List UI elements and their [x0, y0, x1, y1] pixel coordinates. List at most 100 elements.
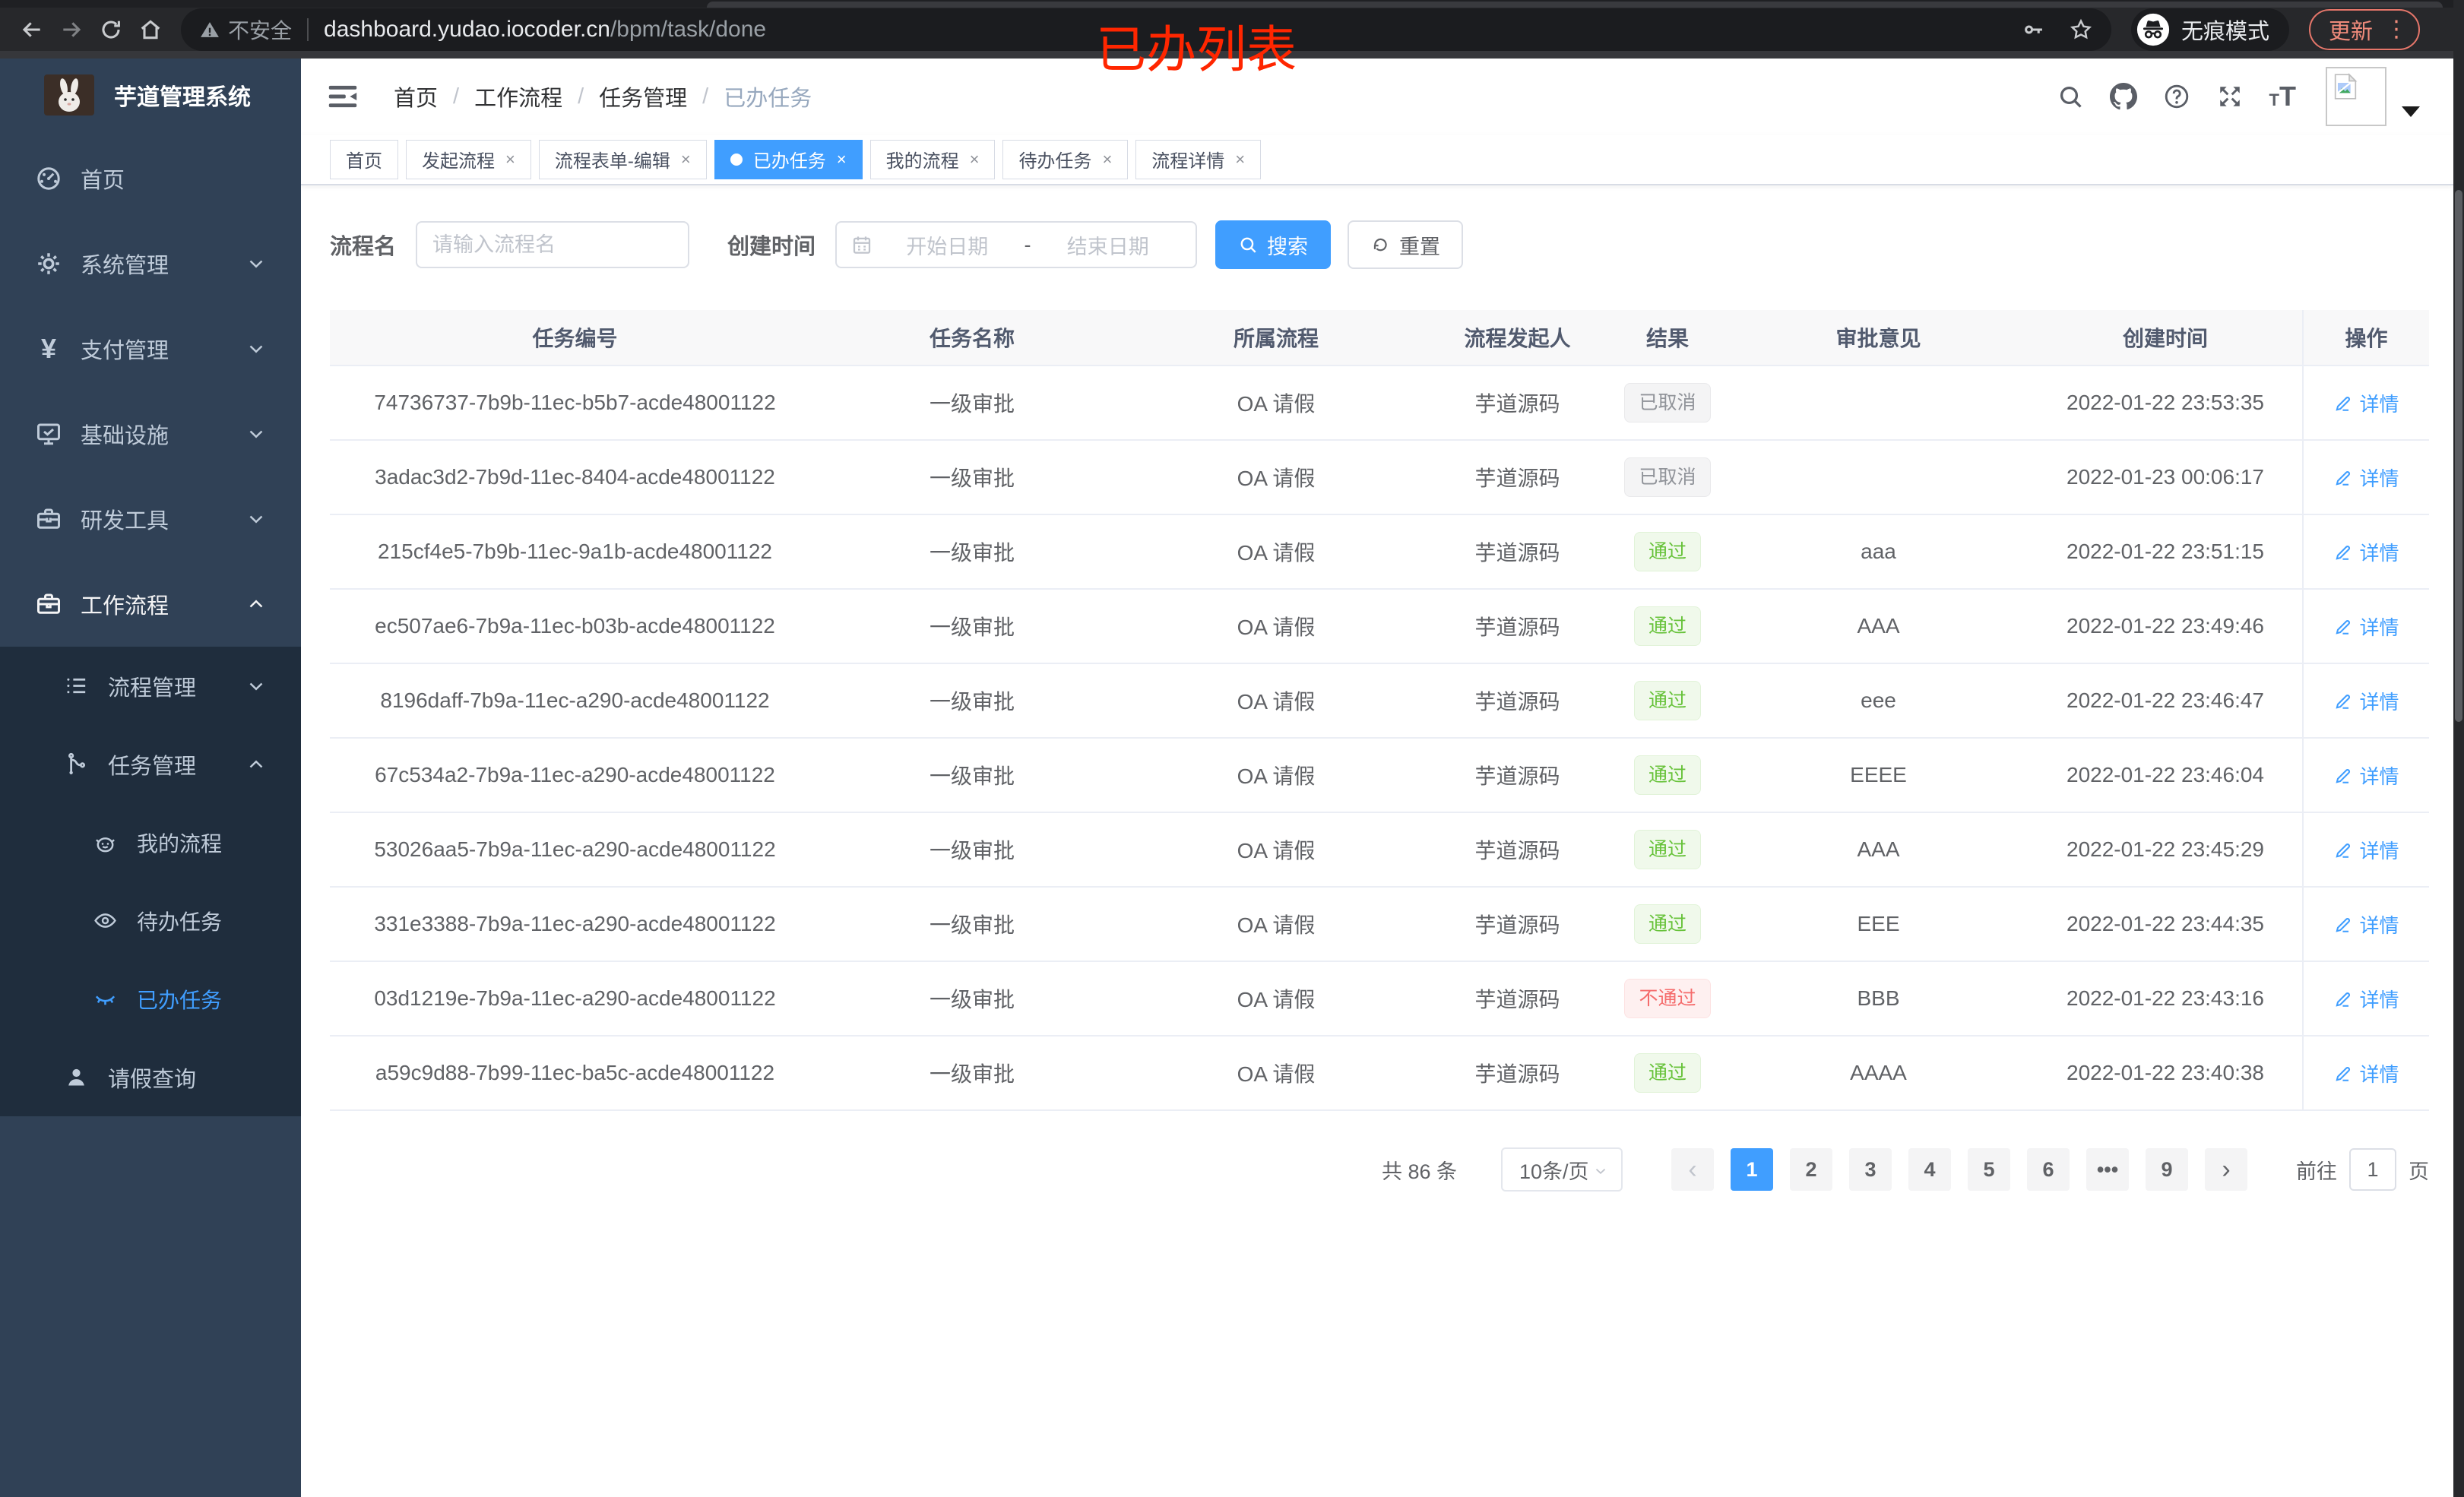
page-button[interactable]: 3	[1849, 1148, 1892, 1191]
tab-home[interactable]: 首页	[330, 139, 398, 179]
tab-form-edit[interactable]: 流程表单-编辑 ×	[538, 139, 707, 179]
collapse-sidebar-icon[interactable]	[325, 79, 360, 114]
page-button-active[interactable]: 1	[1731, 1148, 1773, 1191]
detail-link[interactable]: 详情	[2333, 1059, 2399, 1087]
avatar[interactable]	[2326, 67, 2386, 126]
next-page-button[interactable]: ›	[2205, 1148, 2247, 1191]
goto-page-input[interactable]	[2349, 1148, 2396, 1191]
page-button[interactable]: 2	[1790, 1148, 1832, 1191]
process-name-input[interactable]	[416, 221, 690, 268]
bookmark-star-icon[interactable]	[2069, 17, 2093, 42]
breadcrumb-item[interactable]: 工作流程	[474, 81, 562, 112]
browser-active-tab[interactable]	[707, 2, 2443, 8]
sidebar-item-my-process[interactable]: 我的流程	[0, 803, 301, 881]
sidebar-item-infra[interactable]: 基础设施	[0, 391, 301, 476]
reset-button[interactable]: 重置	[1348, 220, 1464, 269]
github-icon[interactable]	[2109, 83, 2137, 110]
page-button[interactable]: 5	[1968, 1148, 2010, 1191]
pencil-icon	[2333, 542, 2359, 562]
date-range-input[interactable]: 开始日期 - 结束日期	[835, 221, 1198, 268]
end-date-placeholder[interactable]: 结束日期	[1034, 230, 1183, 260]
name-cell: 一级审批	[929, 764, 1015, 788]
tab-start-process[interactable]: 发起流程 ×	[406, 139, 531, 179]
app-title: 芋道管理系统	[114, 85, 251, 110]
search-icon[interactable]	[2057, 83, 2084, 110]
name-cell: 一级审批	[929, 392, 1015, 416]
scrollbar-thumb[interactable]	[2455, 190, 2462, 722]
page-button[interactable]: 4	[1908, 1148, 1951, 1191]
detail-link[interactable]: 详情	[2333, 761, 2399, 790]
id-cell: 53026aa5-7b9a-11ec-a290-acde48001122	[374, 837, 776, 861]
browser-menu-icon[interactable]: ⋮	[2385, 16, 2408, 43]
close-icon[interactable]: ×	[505, 150, 515, 169]
detail-link[interactable]: 详情	[2333, 687, 2399, 715]
close-icon[interactable]: ×	[970, 150, 980, 169]
pencil-icon	[2333, 914, 2359, 934]
close-icon[interactable]: ×	[1235, 150, 1245, 169]
help-icon[interactable]	[2163, 83, 2190, 110]
security-label[interactable]: 不安全	[228, 14, 292, 45]
browser-back-icon[interactable]	[12, 12, 52, 47]
window-scrollbar[interactable]	[2453, 0, 2464, 1497]
table-row: 8196daff-7b9a-11ec-a290-acde48001122 一级审批…	[330, 664, 2429, 739]
close-icon[interactable]: ×	[1102, 150, 1112, 169]
search-button[interactable]: 搜索	[1215, 220, 1332, 269]
tab-label: 流程详情	[1151, 151, 1225, 172]
pencil-icon	[2333, 691, 2359, 711]
detail-link[interactable]: 详情	[2333, 910, 2399, 938]
sidebar-item-home[interactable]: 首页	[0, 136, 301, 221]
prev-page-button[interactable]: ‹	[1671, 1148, 1714, 1191]
browser-home-icon[interactable]	[131, 12, 170, 47]
close-icon[interactable]: ×	[681, 150, 691, 169]
breadcrumb-item[interactable]: 首页	[394, 81, 438, 112]
browser-reload-icon[interactable]	[91, 12, 131, 47]
browser-forward-icon[interactable]	[52, 12, 91, 47]
detail-link[interactable]: 详情	[2333, 612, 2399, 641]
sidebar-item-process-mgmt[interactable]: 流程管理	[0, 647, 301, 725]
detail-link[interactable]: 详情	[2333, 389, 2399, 417]
name-cell: 一级审批	[929, 690, 1015, 714]
logo-image	[44, 74, 94, 116]
detail-link[interactable]: 详情	[2333, 538, 2399, 566]
name-cell: 一级审批	[929, 913, 1015, 937]
tab-todo-tasks[interactable]: 待办任务 ×	[1002, 139, 1129, 179]
font-size-icon[interactable]: TT	[2269, 81, 2296, 112]
date-range-separator: -	[1024, 233, 1031, 256]
name-cell: 一级审批	[929, 541, 1015, 565]
page-ellipsis[interactable]: •••	[2086, 1148, 2129, 1191]
warning-icon	[201, 21, 219, 37]
logo-row[interactable]: 芋道管理系统	[0, 59, 301, 131]
comment-cell: eee	[1861, 688, 1896, 712]
sidebar-item-workflow[interactable]: 工作流程	[0, 562, 301, 647]
tab-done-tasks[interactable]: 已办任务 ×	[714, 139, 863, 179]
close-icon[interactable]: ×	[837, 150, 847, 169]
page-button[interactable]: 6	[2027, 1148, 2070, 1191]
sidebar-item-task-mgmt[interactable]: 任务管理	[0, 725, 301, 803]
detail-link[interactable]: 详情	[2333, 836, 2399, 864]
sidebar-item-system[interactable]: 系统管理	[0, 221, 301, 306]
id-cell: 03d1219e-7b9a-11ec-a290-acde48001122	[374, 986, 776, 1010]
detail-link[interactable]: 详情	[2333, 985, 2399, 1013]
sidebar-item-payment[interactable]: ¥ 支付管理	[0, 306, 301, 391]
sidebar-item-todo-tasks[interactable]: 待办任务	[0, 881, 301, 960]
page-size-select[interactable]: 10条/页	[1501, 1147, 1623, 1192]
detail-link[interactable]: 详情	[2333, 464, 2399, 492]
table-row: 53026aa5-7b9a-11ec-a290-acde48001122 一级审批…	[330, 813, 2429, 888]
page-button[interactable]: 9	[2146, 1148, 2188, 1191]
update-button[interactable]: 更新 ⋮	[2309, 8, 2421, 50]
start-date-placeholder[interactable]: 开始日期	[873, 230, 1021, 260]
tab-process-detail[interactable]: 流程详情 ×	[1135, 139, 1262, 179]
sidebar-item-leave-query[interactable]: 请假查询	[0, 1038, 301, 1116]
sidebar-item-devtools[interactable]: 研发工具	[0, 476, 301, 562]
starter-cell: 芋道源码	[1474, 913, 1560, 937]
tab-my-process[interactable]: 我的流程 ×	[869, 139, 996, 179]
table-row: a59c9d88-7b99-11ec-ba5c-acde48001122 一级审批…	[330, 1037, 2429, 1111]
comment-cell: BBB	[1857, 986, 1900, 1010]
update-label[interactable]: 更新	[2329, 14, 2373, 46]
monitor-icon	[33, 419, 64, 449]
breadcrumb-item[interactable]: 任务管理	[599, 81, 687, 112]
sidebar-item-done-tasks[interactable]: 已办任务	[0, 960, 301, 1038]
fullscreen-icon[interactable]	[2216, 83, 2244, 110]
avatar-caret-icon[interactable]	[2402, 106, 2420, 117]
key-icon[interactable]	[2022, 17, 2046, 42]
